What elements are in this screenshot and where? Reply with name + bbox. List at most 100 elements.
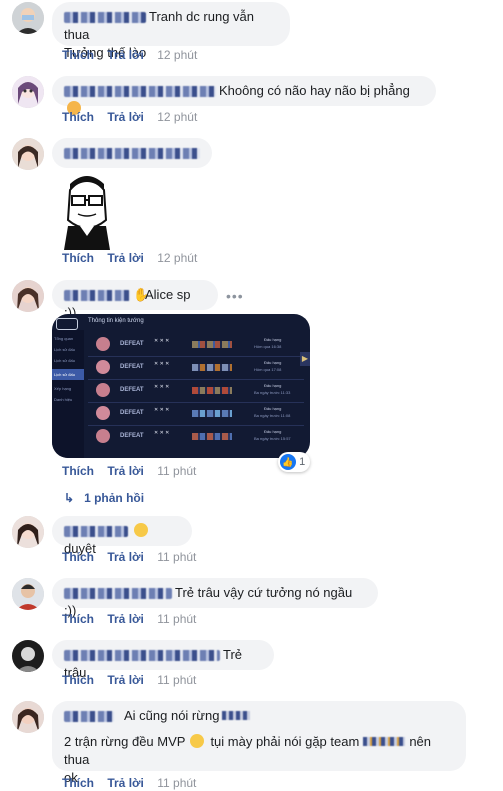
avatar[interactable] bbox=[12, 76, 44, 108]
commenter-name[interactable] bbox=[64, 650, 220, 662]
comment-actions: Thích Trả lời 11 phút bbox=[62, 673, 206, 687]
avatar[interactable] bbox=[12, 280, 44, 312]
comment-bubble: Trẻ trâu bbox=[52, 640, 274, 680]
timestamp[interactable]: 11 phút bbox=[157, 673, 196, 687]
meme-sticker[interactable] bbox=[62, 170, 112, 250]
item-icons bbox=[192, 387, 232, 394]
avatar[interactable] bbox=[12, 138, 44, 170]
hero-avatar bbox=[96, 429, 110, 443]
comment-text: Ai cũng nói rừng bbox=[124, 708, 220, 723]
match-row: DEFEAT ✕ ✕ ✕ Đấu hạng Ba ngày trước 15:5… bbox=[88, 426, 304, 448]
avatar[interactable] bbox=[12, 640, 44, 672]
like-button[interactable]: Thích bbox=[62, 251, 94, 265]
reaction-summary[interactable]: 👍 1 bbox=[278, 452, 311, 472]
item-icons bbox=[192, 341, 232, 348]
like-button[interactable]: Thích bbox=[62, 464, 94, 478]
timestamp[interactable]: 11 phút bbox=[157, 776, 196, 790]
timestamp[interactable]: 12 phút bbox=[157, 48, 197, 62]
replies-count-label: 1 phản hồi bbox=[84, 491, 145, 505]
like-button[interactable]: Thích bbox=[62, 612, 94, 626]
match-row: DEFEAT ✕ ✕ ✕ Đấu hạng Ba ngày trước 11:0… bbox=[88, 403, 304, 426]
hero-avatar bbox=[96, 406, 110, 420]
match-mode: Đấu hạng bbox=[264, 406, 282, 411]
comment-actions: Thích Trả lời 11 phút bbox=[62, 464, 206, 478]
match-stats: ✕ ✕ ✕ bbox=[154, 361, 170, 367]
reply-button[interactable]: Trả lời bbox=[107, 110, 144, 124]
like-button[interactable]: Thích bbox=[62, 48, 94, 62]
avatar[interactable] bbox=[12, 701, 44, 733]
like-button[interactable]: Thích bbox=[62, 110, 94, 124]
hero-avatar bbox=[96, 337, 110, 351]
match-time: Hôm qua 17:08 bbox=[254, 367, 282, 372]
view-replies-link[interactable]: ↳ 1 phản hồi bbox=[64, 491, 144, 505]
match-result: DEFEAT bbox=[120, 364, 144, 370]
match-time: Ba ngày trước 11:08 bbox=[254, 413, 291, 418]
reply-button[interactable]: Trả lời bbox=[107, 251, 144, 265]
commenter-name[interactable] bbox=[64, 588, 172, 600]
match-mode: Đấu hạng bbox=[264, 360, 282, 365]
sidebar-item: Lịch sử đấu bbox=[54, 347, 75, 352]
like-button[interactable]: Thích bbox=[62, 550, 94, 564]
match-mode: Đấu hạng bbox=[264, 383, 282, 388]
reply-button[interactable]: Trả lời bbox=[107, 48, 144, 62]
timestamp[interactable]: 11 phút bbox=[157, 612, 196, 626]
timestamp[interactable]: 11 phút bbox=[157, 464, 196, 478]
match-stats: ✕ ✕ ✕ bbox=[154, 407, 170, 413]
match-row: DEFEAT ✕ ✕ ✕ Đấu hạng Ba ngày trước 11:3… bbox=[88, 380, 304, 403]
reply-button[interactable]: Trả lời bbox=[107, 776, 144, 790]
match-stats: ✕ ✕ ✕ bbox=[154, 338, 170, 344]
like-button[interactable]: Thích bbox=[62, 776, 94, 790]
sidebar-item: Danh hiệu bbox=[54, 397, 73, 402]
timestamp[interactable]: 12 phút bbox=[157, 251, 197, 265]
reply-button[interactable]: Trả lời bbox=[107, 550, 144, 564]
comment-text: Khoông có não hay não bị phẳng bbox=[219, 83, 410, 98]
comment-text: tụi mày phải nói gặp team bbox=[210, 734, 360, 749]
match-result: DEFEAT bbox=[120, 433, 144, 439]
comment-text: 2 trận rừng đều MVP bbox=[64, 734, 186, 749]
like-button[interactable]: Thích bbox=[62, 673, 94, 687]
comment-bubble: Tranh dc rung vẫn thua Tưởng thế lào bbox=[52, 2, 290, 60]
like-reaction-icon: 👍 bbox=[280, 454, 296, 470]
sidebar-item-active: Lịch sử đấu bbox=[52, 369, 84, 380]
comment-bubble: Trẻ trâu vậy cứ tưởng nó ngầu :)) bbox=[52, 578, 378, 618]
item-icons bbox=[192, 364, 232, 371]
item-icons bbox=[192, 410, 232, 417]
reply-button[interactable]: Trả lời bbox=[107, 612, 144, 626]
comment-bubble: Ai cũng nói rừng 2 trận rừng đều MVP tụi … bbox=[52, 701, 466, 785]
match-time: Ba ngày trước 11:33 bbox=[254, 390, 291, 395]
commenter-name[interactable] bbox=[64, 711, 114, 723]
comment-actions: Thích Trả lời 11 phút bbox=[62, 550, 206, 564]
more-options-icon[interactable]: ••• bbox=[226, 288, 244, 304]
sidebar-item: Xếp hạng bbox=[54, 386, 72, 391]
match-mode: Đấu hạng bbox=[264, 429, 282, 434]
comment-actions: Thích Trả lời 12 phút bbox=[62, 48, 207, 62]
commenter-name[interactable] bbox=[64, 86, 216, 98]
comment-bubble: Khoông có não hay não bị phẳng bbox=[52, 76, 436, 115]
match-stats: ✕ ✕ ✕ bbox=[154, 430, 170, 436]
smile-emoji-icon bbox=[134, 523, 148, 537]
sidebar-item: Lịch sử đấu bbox=[54, 358, 75, 363]
reply-button[interactable]: Trả lời bbox=[107, 464, 144, 478]
match-result: DEFEAT bbox=[120, 341, 144, 347]
commenter-name[interactable] bbox=[64, 12, 146, 24]
avatar[interactable] bbox=[12, 516, 44, 548]
commenter-name[interactable] bbox=[64, 526, 128, 538]
play-arrow-icon: ▶ bbox=[300, 352, 310, 366]
censored-word bbox=[222, 711, 251, 720]
comment-actions: Thích Trả lời 11 phút bbox=[62, 612, 206, 626]
wave-emoji-icon: ✋ bbox=[133, 287, 150, 302]
comment-bubble: duyệt bbox=[52, 516, 192, 556]
comment-bubble bbox=[52, 138, 212, 168]
commenter-name[interactable] bbox=[64, 290, 130, 302]
comment-actions: Thích Trả lời 12 phút bbox=[62, 110, 207, 124]
timestamp[interactable]: 11 phút bbox=[157, 550, 196, 564]
reply-arrow-icon: ↳ bbox=[64, 491, 75, 505]
match-row: DEFEAT ✕ ✕ ✕ Đấu hạng Hôm qua 16:38 bbox=[88, 334, 304, 357]
match-result: DEFEAT bbox=[120, 410, 144, 416]
avatar[interactable] bbox=[12, 578, 44, 610]
timestamp[interactable]: 12 phút bbox=[157, 110, 197, 124]
attached-game-screenshot[interactable]: Thông tin kiện tướng Tổng quan Lịch sử đ… bbox=[52, 314, 310, 458]
commenter-name[interactable] bbox=[64, 148, 200, 160]
reply-button[interactable]: Trả lời bbox=[107, 673, 144, 687]
avatar[interactable] bbox=[12, 2, 44, 34]
